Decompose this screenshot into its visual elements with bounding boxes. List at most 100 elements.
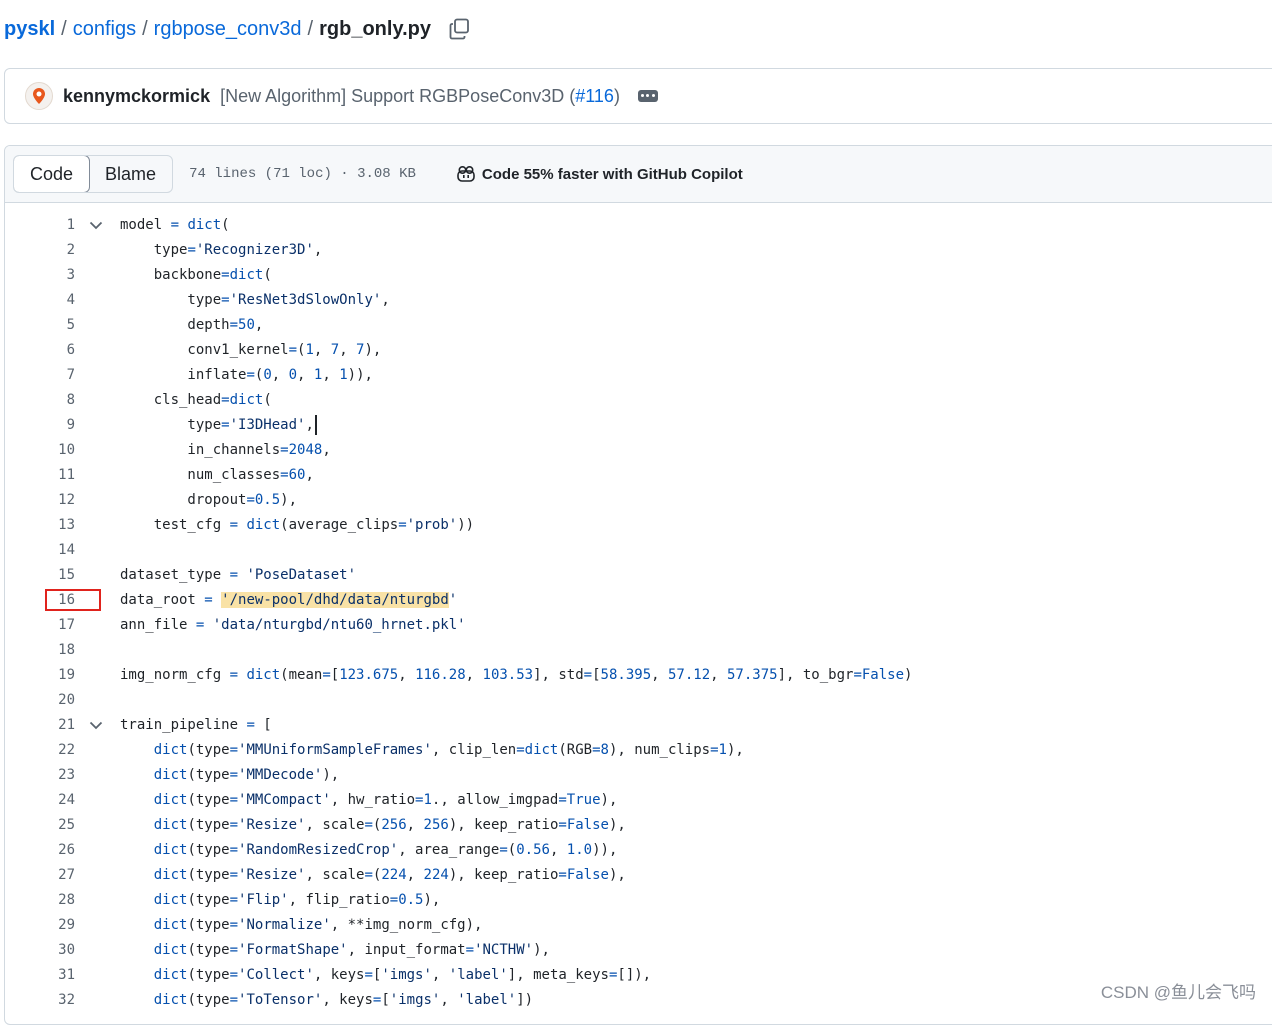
line-number[interactable]: 15	[5, 563, 75, 588]
line-number[interactable]: 30	[5, 938, 75, 963]
tab-blame[interactable]: Blame	[89, 156, 172, 192]
code-text: backbone=dict(	[120, 267, 272, 283]
code-line[interactable]: 25 dict(type='Resize', scale=(256, 256),…	[5, 813, 1272, 838]
code-line[interactable]: 1 model = dict(	[5, 213, 1272, 238]
breadcrumb-repo-link[interactable]: pyskl	[4, 18, 55, 41]
code-line[interactable]: 12 dropout=0.5),	[5, 488, 1272, 513]
copilot-label[interactable]: Code 55% faster with GitHub Copilot	[482, 166, 743, 183]
breadcrumb-separator: /	[61, 17, 67, 40]
file-viewer: Code Blame 74 lines (71 loc) · 3.08 KB C…	[4, 145, 1272, 1025]
line-number[interactable]: 7	[5, 363, 75, 388]
code-text: data_root = '/new-pool/dhd/data/nturgbd'	[120, 592, 458, 608]
code-line[interactable]: 27 dict(type='Resize', scale=(224, 224),…	[5, 863, 1272, 888]
line-number[interactable]: 1	[5, 213, 75, 238]
annotation-box	[45, 589, 101, 611]
line-number[interactable]: 25	[5, 813, 75, 838]
commit-details-toggle-icon[interactable]	[637, 90, 658, 102]
line-number[interactable]: 24	[5, 788, 75, 813]
line-number[interactable]: 22	[5, 738, 75, 763]
code-line[interactable]: 3 backbone=dict(	[5, 263, 1272, 288]
code-text: dict(type='MMCompact', hw_ratio=1., allo…	[153, 792, 618, 808]
code-line[interactable]: 28 dict(type='Flip', flip_ratio=0.5),	[5, 888, 1272, 913]
code-line[interactable]: 15 dataset_type = 'PoseDataset'	[5, 563, 1272, 588]
code-line[interactable]: 13 test_cfg = dict(average_clips='prob')…	[5, 513, 1272, 538]
line-number[interactable]: 4	[5, 288, 75, 313]
code-line[interactable]: 24 dict(type='MMCompact', hw_ratio=1., a…	[5, 788, 1272, 813]
code-line[interactable]: 20	[5, 688, 1272, 713]
avatar[interactable]	[25, 82, 53, 110]
code-line[interactable]: 17 ann_file = 'data/nturgbd/ntu60_hrnet.p…	[5, 613, 1272, 638]
line-number[interactable]: 9	[5, 413, 75, 438]
code-line[interactable]: 9 type='I3DHead',	[5, 413, 1272, 438]
line-number[interactable]: 29	[5, 913, 75, 938]
code-text: ann_file = 'data/nturgbd/ntu60_hrnet.pkl…	[120, 617, 466, 633]
code-line[interactable]: 18	[5, 638, 1272, 663]
line-number[interactable]: 3	[5, 263, 75, 288]
code-line[interactable]: 14	[5, 538, 1272, 563]
chevron-down-icon[interactable]	[89, 213, 103, 238]
code-text: dict(type='Flip', flip_ratio=0.5),	[153, 892, 441, 908]
code-line[interactable]: 26 dict(type='RandomResizedCrop', area_r…	[5, 838, 1272, 863]
commit-pr-link[interactable]: #116	[575, 86, 614, 106]
line-number[interactable]: 20	[5, 688, 75, 713]
commit-message[interactable]: [New Algorithm] Support RGBPoseConv3D (#…	[220, 86, 620, 107]
line-number[interactable]: 27	[5, 863, 75, 888]
line-number[interactable]: 10	[5, 438, 75, 463]
line-number[interactable]: 5	[5, 313, 75, 338]
code-text: type='ResNet3dSlowOnly',	[120, 292, 390, 308]
code-line[interactable]: 21 train_pipeline = [	[5, 713, 1272, 738]
line-number[interactable]: 18	[5, 638, 75, 663]
line-number[interactable]: 2	[5, 238, 75, 263]
line-number[interactable]: 6	[5, 338, 75, 363]
code-line[interactable]: 30 dict(type='FormatShape', input_format…	[5, 938, 1272, 963]
breadcrumb-configs-link[interactable]: configs	[73, 18, 136, 41]
code-line[interactable]: 11 num_classes=60,	[5, 463, 1272, 488]
code-text: dict(type='MMDecode'),	[153, 767, 340, 783]
line-number[interactable]: 23	[5, 763, 75, 788]
chevron-down-icon[interactable]	[89, 713, 103, 738]
commit-message-text[interactable]: [New Algorithm] Support RGBPoseConv3D (	[220, 86, 575, 106]
code-line[interactable]: 32 dict(type='ToTensor', keys=['imgs', '…	[5, 988, 1272, 1013]
code-line[interactable]: 4 type='ResNet3dSlowOnly',	[5, 288, 1272, 313]
commit-author-link[interactable]: kennymckormick	[63, 86, 210, 107]
code-line[interactable]: 16 data_root = '/new-pool/dhd/data/nturgb…	[5, 588, 1272, 613]
line-number[interactable]: 13	[5, 513, 75, 538]
tab-code[interactable]: Code	[14, 156, 91, 192]
code-text: dict(type='Resize', scale=(224, 224), ke…	[153, 867, 626, 883]
breadcrumb: pyskl / configs / rgbpose_conv3d / rgb_o…	[4, 14, 471, 44]
breadcrumb-current-file: rgb_only.py	[319, 17, 431, 40]
code-line[interactable]: 22 dict(type='MMUniformSampleFrames', cl…	[5, 738, 1272, 763]
code-text: dataset_type = 'PoseDataset'	[120, 567, 357, 583]
code-text: dict(type='Collect', keys=['imgs', 'labe…	[153, 967, 652, 983]
code-text: inflate=(0, 0, 1, 1)),	[120, 367, 373, 383]
copilot-link[interactable]: Code 55% faster with GitHub Copilot	[456, 165, 743, 183]
copy-path-icon[interactable]	[449, 18, 471, 40]
code-text: cls_head=dict(	[120, 392, 272, 408]
line-number[interactable]: 14	[5, 538, 75, 563]
line-number[interactable]: 26	[5, 838, 75, 863]
code-line[interactable]: 19 img_norm_cfg = dict(mean=[123.675, 116…	[5, 663, 1272, 688]
code-line[interactable]: 29 dict(type='Normalize', **img_norm_cfg…	[5, 913, 1272, 938]
code-line[interactable]: 2 type='Recognizer3D',	[5, 238, 1272, 263]
line-number[interactable]: 28	[5, 888, 75, 913]
code-line[interactable]: 31 dict(type='Collect', keys=['imgs', 'l…	[5, 963, 1272, 988]
code-text: model = dict(	[120, 217, 230, 233]
code-line[interactable]: 5 depth=50,	[5, 313, 1272, 338]
code-text: dict(type='FormatShape', input_format='N…	[153, 942, 550, 958]
code-line[interactable]: 23 dict(type='MMDecode'),	[5, 763, 1272, 788]
line-number[interactable]: 11	[5, 463, 75, 488]
line-number[interactable]: 12	[5, 488, 75, 513]
code-line[interactable]: 10 in_channels=2048,	[5, 438, 1272, 463]
code-line[interactable]: 8 cls_head=dict(	[5, 388, 1272, 413]
code-text: dict(type='RandomResizedCrop', area_rang…	[153, 842, 618, 858]
code-text: dict(type='MMUniformSampleFrames', clip_…	[153, 742, 744, 758]
breadcrumb-folder-link[interactable]: rgbpose_conv3d	[154, 18, 302, 41]
line-number[interactable]: 17	[5, 613, 75, 638]
line-number[interactable]: 19	[5, 663, 75, 688]
code-line[interactable]: 7 inflate=(0, 0, 1, 1)),	[5, 363, 1272, 388]
line-number[interactable]: 21	[5, 713, 75, 738]
line-number[interactable]: 8	[5, 388, 75, 413]
line-number[interactable]: 32	[5, 988, 75, 1013]
line-number[interactable]: 31	[5, 963, 75, 988]
code-line[interactable]: 6 conv1_kernel=(1, 7, 7),	[5, 338, 1272, 363]
